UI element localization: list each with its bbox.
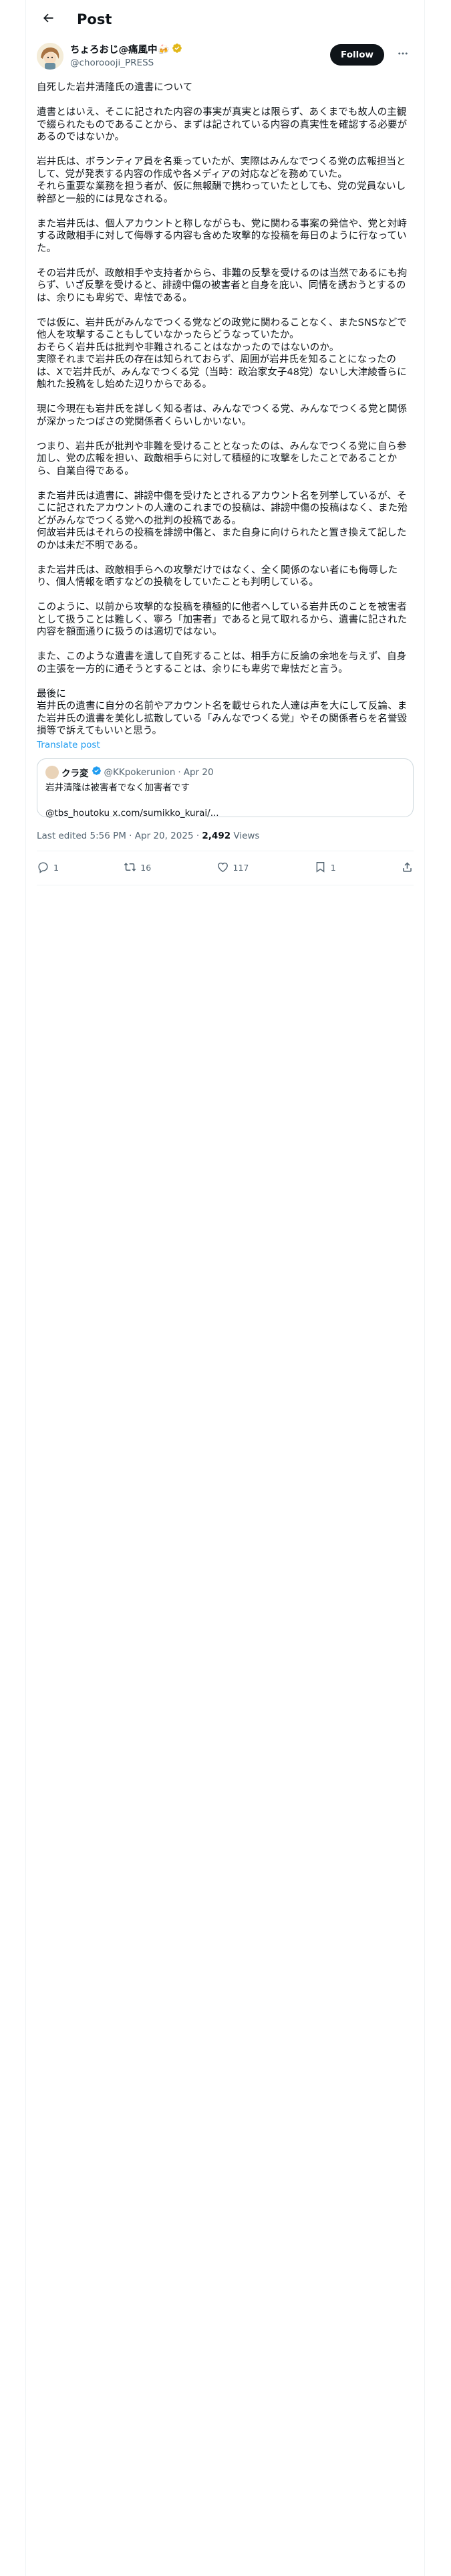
share-button[interactable]: [401, 861, 414, 875]
author-handle[interactable]: @choroooji_PRESS: [70, 57, 182, 69]
verified-badge-icon: [92, 766, 102, 778]
bookmark-button[interactable]: 1: [314, 861, 336, 875]
quoted-separator: ·: [178, 766, 181, 778]
post-paragraph: このように、以前から攻撃的な投稿を積極的に他者へしている岩井氏のことを被害者とし…: [37, 602, 408, 637]
repost-button[interactable]: 16: [124, 861, 151, 875]
quoted-date: Apr 20: [183, 766, 214, 778]
follow-button[interactable]: Follow: [330, 44, 384, 66]
bookmark-icon: [314, 861, 327, 875]
author-display-name[interactable]: ちょろおじ@痛風中🍻: [70, 43, 182, 57]
views-count: 2,492: [202, 830, 231, 841]
post-detail-column: Post ちょろおじ@痛風中🍻 @choroooji_PRESS Follow: [25, 0, 425, 2576]
post-paragraph: 岩井氏は、ボランティア員を名乗っていたが、実際はみんなでつくる党の広報担当として…: [37, 156, 406, 205]
repost-count: 16: [140, 863, 152, 873]
post-header: Post: [26, 0, 424, 39]
like-count: 117: [233, 863, 249, 873]
post-paragraph: 現に今現在も岩井氏を詳しく知る者は、みんなでつくる党、みんなでつくる党と関係が深…: [37, 404, 408, 427]
quoted-avatar: [45, 765, 59, 779]
more-horizontal-icon: [397, 47, 409, 62]
post-meta: Last edited 5:56 PM · Apr 20, 2025 · 2,4…: [37, 831, 414, 851]
reply-icon: [37, 861, 49, 875]
bookmark-count: 1: [330, 863, 336, 873]
post-paragraph: つまり、岩井氏が批判や非難を受けることとなったのは、みんなでつくる党に自ら参加し…: [37, 441, 407, 477]
quoted-post-text: 岩井清隆は被害者でなく加害者です @tbs_houtoku x.com/sumi…: [45, 782, 219, 819]
edited-timestamp[interactable]: Last edited 5:56 PM · Apr 20, 2025 ·: [37, 831, 202, 841]
repost-icon: [124, 861, 136, 875]
post-paragraph: また岩井氏は、個人アカウントと称しながらも、党に関わる事案の発信や、党と対峙する…: [37, 218, 407, 254]
like-button[interactable]: 117: [216, 861, 249, 875]
post-paragraph: では仮に、岩井氏がみんなでつくる党などの政党に関わることなく、またSNSなどで他…: [37, 317, 407, 391]
quoted-post-header: クラ変 @KKpokerunion · Apr 20: [45, 765, 405, 779]
post-paragraph: 遺書とはいえ、そこに記された内容の事実が真実とは限らず、あくまでも故人の主観で綴…: [37, 107, 408, 142]
quoted-author-handle: @KKpokerunion: [104, 766, 176, 778]
back-button[interactable]: [37, 8, 59, 31]
more-options-button[interactable]: [392, 44, 414, 66]
post-paragraph: 最後に 岩井氏の遺書に自分の名前やアカウント名を載せられた人達は声を大にして反論…: [37, 688, 408, 737]
verified-badge-icon: [172, 43, 182, 57]
author-names: ちょろおじ@痛風中🍻 @choroooji_PRESS: [70, 43, 182, 69]
reply-count: 1: [53, 863, 59, 873]
page-title: Post: [77, 11, 112, 27]
heart-icon: [216, 861, 229, 875]
arrow-left-icon: [41, 11, 55, 27]
quoted-author-name: クラ変: [61, 768, 89, 779]
author-row: ちょろおじ@痛風中🍻 @choroooji_PRESS Follow: [37, 43, 414, 75]
post-text: 自死した岩井清隆氏の遺書について 遺書とはいえ、そこに記された内容の事実が真実と…: [37, 82, 414, 738]
translate-post-link[interactable]: Translate post: [37, 740, 100, 750]
author-display-name-text: ちょろおじ@痛風中🍻: [70, 44, 170, 56]
quoted-post[interactable]: クラ変 @KKpokerunion · Apr 20 岩井清隆は被害者でなく加害…: [37, 758, 414, 819]
post-paragraph: その岩井氏が、政敵相手や支持者からら、非難の反撃を受けるのは当然であるにも拘らず…: [37, 267, 408, 304]
action-bar: 1 16 117 1: [37, 851, 414, 885]
post-paragraph: 自死した岩井清隆氏の遺書について: [37, 82, 193, 93]
post-paragraph: また、このような遺書を遺して自死することは、相手方に反論の余地を与えず、自身の主…: [37, 651, 407, 675]
post-paragraph: また岩井氏は遺書に、誹謗中傷を受けたとされるアカウント名を列挙しているが、そこに…: [37, 490, 408, 551]
share-icon: [401, 861, 414, 875]
avatar[interactable]: [37, 43, 63, 70]
post-paragraph: また岩井氏は、政敵相手らへの攻撃だけではなく、全く関係のない者にも侮辱したり、個…: [37, 564, 398, 588]
views-label: Views: [231, 830, 260, 841]
reply-button[interactable]: 1: [37, 861, 59, 875]
